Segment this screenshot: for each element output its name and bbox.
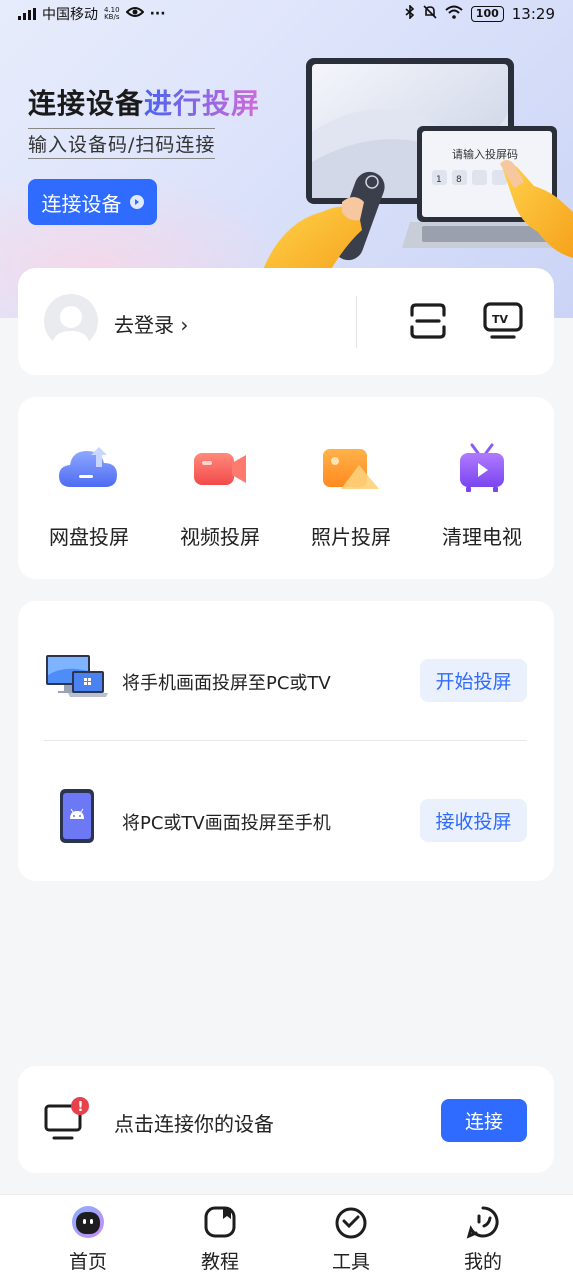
hero-art-digit-2: 8: [456, 175, 462, 185]
hero-illustration: 请输入投屏码 1 8: [262, 58, 573, 282]
tools-clock-icon: [335, 1207, 367, 1239]
feature-label: 网盘投屏: [49, 525, 129, 549]
eye-icon: [125, 6, 145, 22]
feature-tv-clean[interactable]: 清理电视: [417, 441, 547, 550]
chevron-right-icon: [129, 195, 144, 209]
pc-laptop-icon: [46, 655, 108, 697]
feature-label: 照片投屏: [311, 525, 391, 549]
video-camera-icon: [194, 453, 246, 485]
cast-description: 将手机画面投屏至PC或TV: [122, 673, 331, 694]
profile-face-icon: [466, 1206, 499, 1239]
device-prompt-text: 点击连接你的设备: [114, 1112, 274, 1136]
more-dots: ···: [149, 6, 166, 22]
feature-video-cast[interactable]: 视频投屏: [155, 441, 285, 550]
cast-options-card: 将手机画面投屏至PC或TV 开始投屏 将PC或TV画面投屏至手机 接收投屏: [18, 601, 554, 881]
alert-badge: !: [78, 1100, 84, 1115]
avatar[interactable]: [44, 294, 98, 348]
home-robot-icon: [72, 1206, 104, 1238]
feature-cloud-cast[interactable]: 网盘投屏: [24, 441, 154, 550]
mute-bell-icon: [423, 5, 437, 23]
tutorial-book-icon: [204, 1206, 236, 1238]
tv-icon[interactable]: TV: [482, 301, 524, 341]
receive-cast-button[interactable]: 接收投屏: [420, 799, 527, 842]
hero-title: 连接设备进行投屏: [28, 87, 261, 120]
cast-row-to-phone: 将PC或TV画面投屏至手机 接收投屏: [18, 751, 554, 871]
hero-subtitle: 输入设备码/扫码连接: [28, 128, 216, 159]
clock: 13:29: [511, 5, 555, 23]
net-speed: 4.10 KB/s: [104, 6, 120, 21]
tab-label: 我的: [463, 1251, 502, 1273]
tab-label: 教程: [200, 1251, 239, 1273]
feature-label: 清理电视: [442, 525, 522, 549]
divider: [44, 740, 527, 741]
login-card: 去登录 › TV: [18, 268, 554, 375]
divider: [356, 296, 357, 348]
tv-clean-icon: [460, 443, 504, 492]
phone-android-icon: [60, 789, 94, 843]
bottom-tab-bar: 首页 教程 工具 我的: [0, 1194, 573, 1280]
feature-label: 视频投屏: [180, 525, 260, 549]
scan-icon[interactable]: [408, 301, 448, 341]
cloud-upload-icon: [59, 447, 117, 487]
monitor-alert-icon: !: [44, 1097, 89, 1140]
login-link[interactable]: 去登录 ›: [114, 309, 188, 338]
connect-device-card: ! 点击连接你的设备 连接: [18, 1066, 554, 1173]
cast-row-to-pc: 将手机画面投屏至PC或TV 开始投屏: [18, 611, 554, 731]
tab-tutorial[interactable]: 教程: [180, 1205, 260, 1274]
connect-button[interactable]: 连接: [441, 1099, 527, 1142]
features-card: 网盘投屏 视频投屏 照片投屏 清理电视: [18, 397, 554, 579]
carrier-name: 中国移动: [42, 7, 98, 23]
status-bar: 中国移动 4.10 KB/s ··· 100 13:29: [0, 0, 573, 28]
tab-label: 首页: [68, 1251, 107, 1273]
tab-profile[interactable]: 我的: [443, 1205, 523, 1274]
hero-art-prompt: 请输入投屏码: [452, 147, 518, 161]
signal-icon: [18, 8, 36, 20]
tab-home[interactable]: 首页: [48, 1205, 128, 1274]
user-placeholder-icon: [52, 306, 90, 348]
connect-device-button[interactable]: 连接设备: [28, 179, 157, 225]
wifi-icon: [445, 5, 463, 23]
tab-label: 工具: [331, 1251, 370, 1273]
start-cast-button[interactable]: 开始投屏: [420, 659, 527, 702]
photo-icon: [323, 449, 379, 489]
feature-photo-cast[interactable]: 照片投屏: [286, 441, 416, 550]
tab-tools[interactable]: 工具: [311, 1205, 391, 1274]
svg-text:TV: TV: [492, 313, 509, 326]
cast-description: 将PC或TV画面投屏至手机: [122, 813, 331, 834]
bluetooth-icon: [405, 4, 415, 23]
battery-indicator: 100: [470, 6, 504, 22]
hero-art-digit-1: 1: [436, 175, 442, 185]
